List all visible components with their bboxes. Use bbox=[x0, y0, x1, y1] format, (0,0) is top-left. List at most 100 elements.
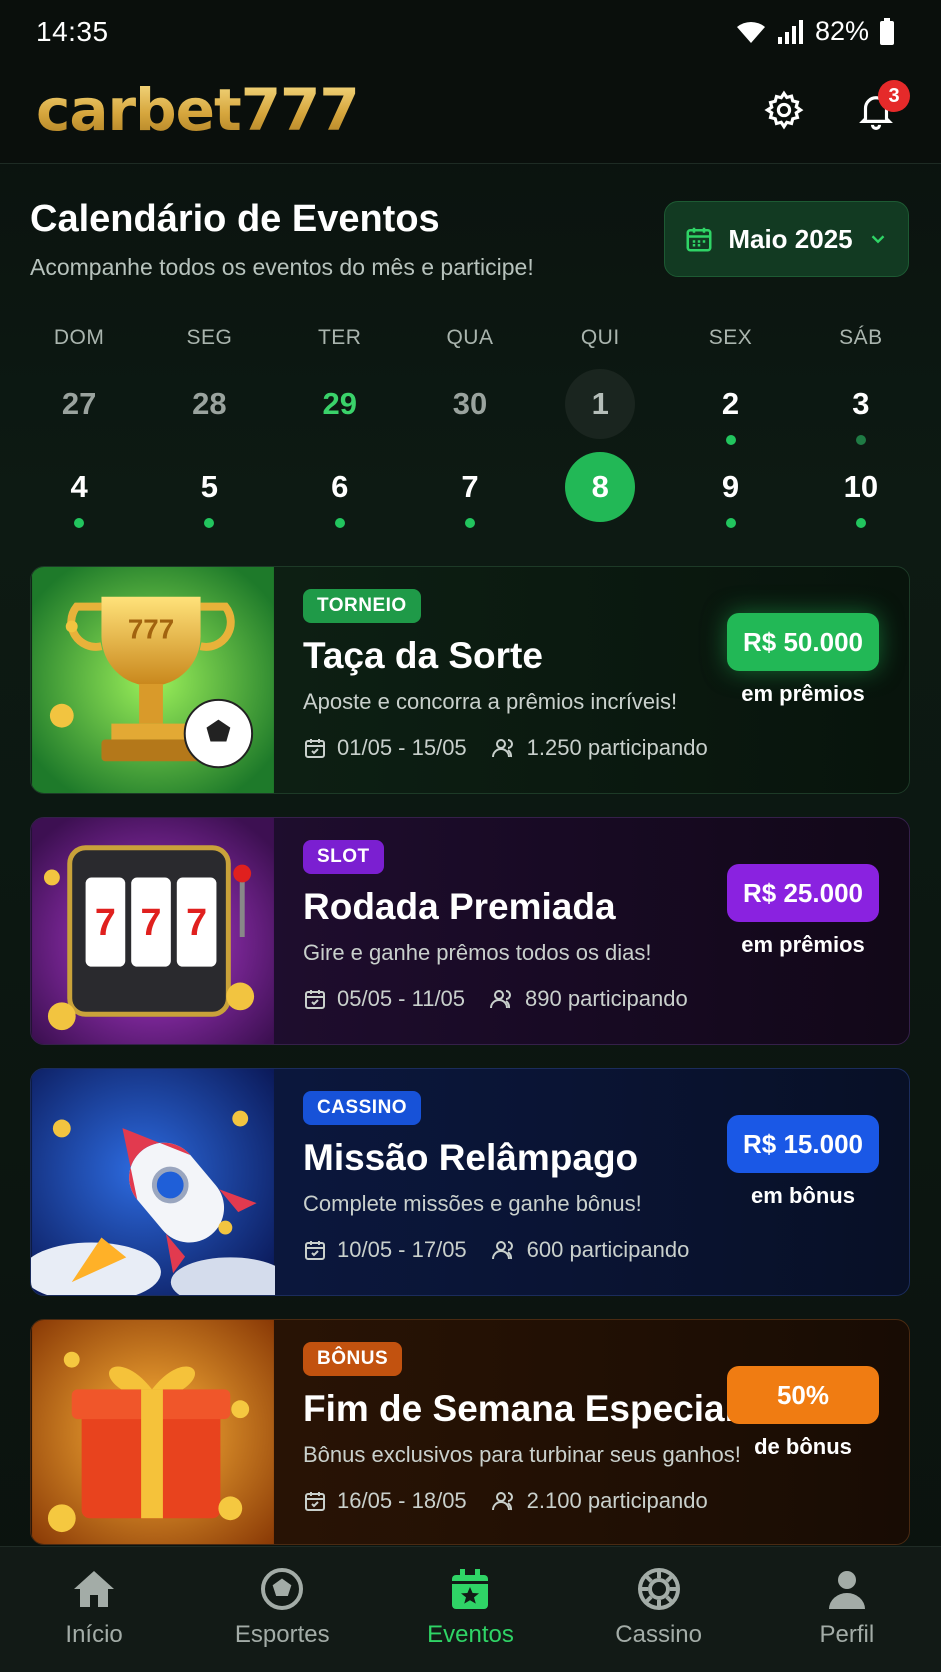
event-dot bbox=[204, 518, 215, 528]
month-selector[interactable]: Maio 2025 bbox=[664, 201, 909, 277]
nav-label: Cassino bbox=[615, 1621, 703, 1648]
weekday-label: DOM bbox=[53, 326, 105, 349]
calendar-day[interactable]: 1 bbox=[535, 369, 665, 445]
event-participants: 1.250 participando bbox=[526, 735, 708, 760]
bottom-nav: Início Esportes Eventos Cassino Perfil bbox=[0, 1546, 941, 1672]
weekday-label: SEG bbox=[186, 326, 233, 349]
status-time: 14:35 bbox=[36, 16, 109, 47]
event-prize: R$ 15.000 em bônus bbox=[727, 1115, 879, 1209]
prize-amount: R$ 25.000 bbox=[727, 864, 879, 922]
calendar-day[interactable]: 5 bbox=[144, 452, 274, 528]
users-icon bbox=[490, 990, 512, 1009]
svg-text:777: 777 bbox=[128, 613, 174, 644]
nav-item-esportes[interactable]: Esportes bbox=[188, 1547, 376, 1672]
calendar-day[interactable]: 9 bbox=[665, 452, 795, 528]
weekday-label: SÁB bbox=[839, 326, 883, 349]
event-description: Bônus exclusivos para turbinar seus ganh… bbox=[303, 1442, 741, 1467]
calendar-day[interactable]: 4 bbox=[14, 452, 144, 528]
day-number: 1 bbox=[565, 369, 636, 439]
brand-logo[interactable]: carbet777 bbox=[36, 76, 360, 144]
day-number: 5 bbox=[200, 469, 219, 504]
calendar-icon bbox=[305, 990, 325, 1009]
nav-item-eventos[interactable]: Eventos bbox=[376, 1547, 564, 1672]
event-card[interactable]: 777 TORNEIO Taça da Sorte Aposte e conco… bbox=[30, 566, 910, 794]
calendar-day[interactable]: 30 bbox=[405, 369, 535, 445]
calendar-day-selected[interactable]: 8 bbox=[535, 452, 665, 528]
day-number: 4 bbox=[70, 469, 88, 504]
event-description: Complete missões e ganhe bônus! bbox=[303, 1191, 642, 1216]
event-body: TORNEIO Taça da Sorte Aposte e concorra … bbox=[303, 589, 708, 761]
event-card[interactable]: CASSINO Missão Relâmpago Complete missõe… bbox=[30, 1068, 910, 1296]
event-body: BÔNUS Fim de Semana Especial Bônus exclu… bbox=[303, 1342, 741, 1514]
nav-label: Início bbox=[65, 1621, 123, 1648]
calendar-day[interactable]: 28 bbox=[144, 369, 274, 445]
calendar-week: 27 28 29 30 1 2 3 bbox=[14, 369, 926, 445]
event-dot bbox=[334, 518, 345, 528]
day-number: 8 bbox=[565, 452, 636, 522]
event-dates: 05/05 - 11/05 bbox=[337, 986, 466, 1011]
nav-item-inicio[interactable]: Início bbox=[0, 1547, 188, 1672]
prize-amount: R$ 50.000 bbox=[727, 613, 879, 671]
event-dates: 16/05 - 18/05 bbox=[337, 1488, 467, 1513]
rocket-art bbox=[31, 1069, 275, 1295]
calendar-day[interactable]: 6 bbox=[275, 452, 405, 528]
event-prize: R$ 25.000 em prêmios bbox=[727, 864, 879, 958]
calendar-day[interactable]: 7 bbox=[405, 452, 535, 528]
settings-button[interactable] bbox=[756, 82, 812, 138]
prize-caption: em bônus bbox=[751, 1183, 855, 1208]
event-description: Gire e ganhe prêmos todos os dias! bbox=[303, 940, 652, 965]
day-number: 29 bbox=[322, 386, 357, 421]
weekday-label: QUA bbox=[446, 326, 494, 349]
calendar-icon bbox=[305, 739, 325, 758]
calendar-day[interactable]: 2 bbox=[665, 369, 795, 445]
calendar-day[interactable]: 27 bbox=[14, 369, 144, 445]
gear-icon bbox=[764, 90, 804, 130]
day-number: 27 bbox=[61, 386, 97, 421]
app-header: carbet777 3 bbox=[0, 62, 941, 164]
event-tag: TORNEIO bbox=[303, 589, 421, 623]
calendar-icon bbox=[305, 1241, 325, 1260]
calendar-week: 4 5 6 7 8 9 10 bbox=[14, 452, 926, 528]
event-dot bbox=[855, 518, 866, 528]
chevron-down-icon bbox=[871, 235, 884, 244]
day-number: 30 bbox=[452, 386, 488, 421]
calendar-day[interactable]: 29 bbox=[275, 369, 405, 445]
day-number: 9 bbox=[721, 469, 740, 504]
notifications-button[interactable]: 3 bbox=[848, 80, 910, 138]
users-icon bbox=[491, 739, 513, 758]
gift-box-art bbox=[32, 1320, 274, 1544]
nav-item-cassino[interactable]: Cassino bbox=[565, 1547, 753, 1672]
calendar-icon bbox=[686, 227, 712, 252]
users-icon bbox=[491, 1492, 513, 1511]
nav-label: Perfil bbox=[819, 1621, 875, 1648]
status-bar: 14:35 82% bbox=[0, 0, 941, 62]
prize-caption: em prêmios bbox=[741, 681, 865, 706]
day-number: 7 bbox=[461, 469, 479, 504]
weekday-label: TER bbox=[317, 326, 362, 349]
event-dot bbox=[725, 518, 736, 528]
calendar-day[interactable]: 10 bbox=[796, 452, 926, 528]
day-number: 6 bbox=[331, 469, 349, 504]
event-card[interactable]: 7 7 7 SLOT Rodada Premiada Gire e ganhe … bbox=[30, 817, 910, 1045]
event-dot bbox=[74, 518, 85, 528]
event-dot bbox=[464, 518, 475, 528]
home-icon bbox=[74, 1571, 115, 1607]
event-card[interactable]: BÔNUS Fim de Semana Especial Bônus exclu… bbox=[30, 1319, 910, 1545]
calendar-icon bbox=[305, 1492, 325, 1511]
event-title: Taça da Sorte bbox=[303, 635, 543, 676]
user-icon bbox=[828, 1571, 865, 1609]
event-meta: 16/05 - 18/05 2.100 participando bbox=[303, 1488, 741, 1514]
prize-amount: 50% bbox=[727, 1366, 879, 1424]
slot-machine-art: 7 7 7 bbox=[32, 818, 274, 1044]
nav-label: Esportes bbox=[234, 1621, 330, 1648]
event-dates: 01/05 - 15/05 bbox=[337, 735, 467, 760]
event-meta: 01/05 - 15/05 1.250 participando bbox=[303, 735, 708, 761]
event-tag: CASSINO bbox=[303, 1091, 422, 1125]
event-title: Fim de Semana Especial bbox=[303, 1388, 735, 1429]
day-number: 3 bbox=[852, 386, 870, 421]
weekday-header: DOM SEG TER QUA QUI SEX SÁB bbox=[14, 326, 926, 350]
event-title: Rodada Premiada bbox=[303, 886, 616, 927]
nav-item-perfil[interactable]: Perfil bbox=[753, 1547, 941, 1672]
event-body: CASSINO Missão Relâmpago Complete missõe… bbox=[303, 1091, 689, 1263]
calendar-day[interactable]: 3 bbox=[796, 369, 926, 445]
